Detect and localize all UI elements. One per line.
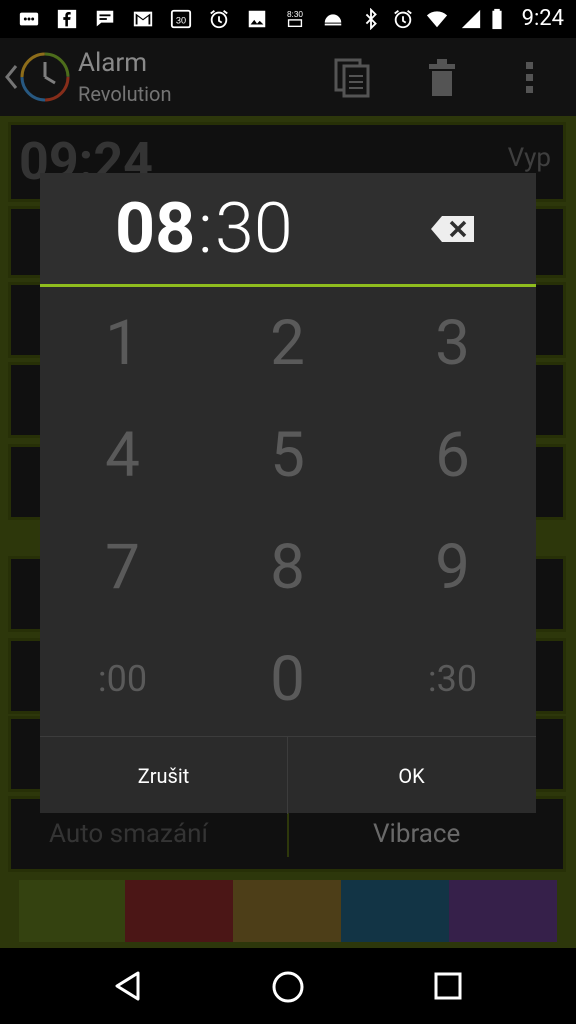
qr-icon: 8:30 (287, 10, 303, 28)
key-2[interactable]: 2 (205, 287, 370, 399)
time-colon: : (198, 188, 213, 270)
svg-text:8:30: 8:30 (287, 10, 303, 19)
home-icon[interactable] (271, 970, 305, 1004)
hour-value[interactable]: 08 (115, 189, 195, 269)
key-3[interactable]: 3 (370, 287, 535, 399)
key-4[interactable]: 4 (40, 399, 205, 511)
calendar-icon: 30 (170, 9, 192, 29)
bbm-icon (19, 12, 39, 26)
ok-button[interactable]: OK (288, 737, 535, 814)
back-icon[interactable] (112, 970, 144, 1002)
time-display: 08 : 30 (40, 173, 536, 285)
dialog-button-bar: Zrušit OK (40, 736, 536, 814)
recents-icon[interactable] (434, 972, 462, 1000)
wifi-icon (426, 11, 448, 28)
key-9[interactable]: 9 (370, 511, 535, 623)
image-icon (248, 10, 266, 28)
status-bar: 30 8:30 9:24 (0, 0, 576, 38)
key-1[interactable]: 1 (40, 287, 205, 399)
alarm-icon (394, 10, 412, 29)
minute-value[interactable]: 30 (215, 189, 293, 269)
key-0[interactable]: 0 (205, 623, 370, 735)
alarm-icon (210, 10, 228, 29)
svg-text:30: 30 (176, 16, 186, 26)
cancel-button[interactable]: Zrušit (40, 737, 287, 814)
signal-icon (461, 9, 481, 29)
navigation-bar (0, 948, 576, 1024)
chat-icon (96, 10, 114, 27)
key-5[interactable]: 5 (205, 399, 370, 511)
bluetooth-icon (365, 8, 377, 30)
key-6[interactable]: 6 (370, 399, 535, 511)
time-picker-dialog: 08 : 30 1 2 3 4 5 6 7 8 9 :00 0 :30 Zruš… (40, 173, 536, 814)
key-8[interactable]: 8 (205, 511, 370, 623)
gmail-icon (133, 11, 153, 27)
facebook-icon (57, 9, 77, 29)
key-7[interactable]: 7 (40, 511, 205, 623)
key-00[interactable]: :00 (40, 623, 205, 735)
battery-icon (492, 8, 502, 30)
cloud-icon (324, 14, 342, 26)
key-30[interactable]: :30 (370, 623, 535, 735)
status-time: 9:24 (521, 6, 564, 31)
backspace-icon[interactable] (430, 215, 476, 243)
